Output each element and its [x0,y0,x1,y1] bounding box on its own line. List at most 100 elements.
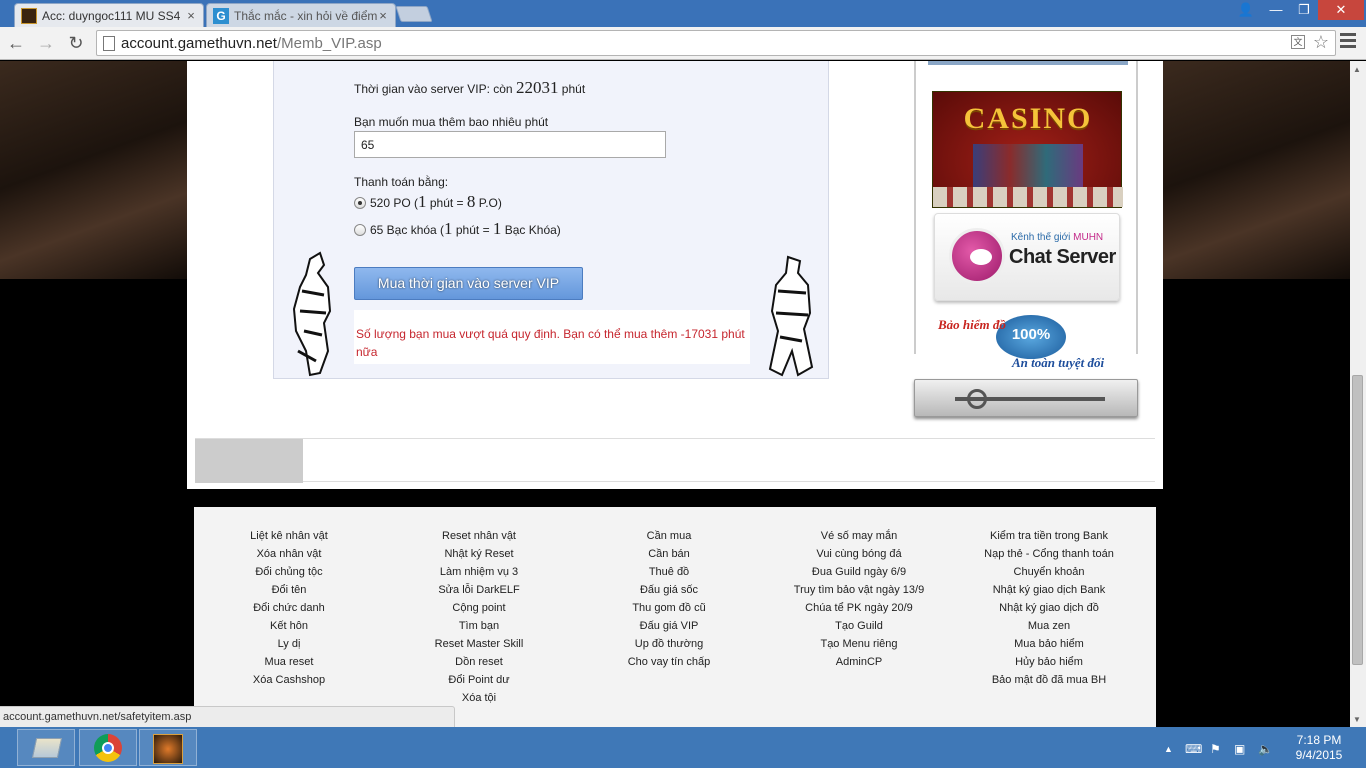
browser-toolbar: ← → ↻ account.gamethuvn.net/Memb_VIP.asp… [0,27,1366,60]
footer-link[interactable]: Làm nhiệm vụ 3 [384,563,574,581]
footer-link[interactable]: Xóa tội [384,689,574,707]
address-bar[interactable]: account.gamethuvn.net/Memb_VIP.asp 文 ☆ [96,30,1336,56]
action-center-flag-icon[interactable]: ⚑ [1210,742,1221,756]
casino-chips-image [933,187,1123,207]
new-tab-button[interactable] [395,6,433,22]
chat-banner-title: Chat Server [1009,246,1116,268]
system-clock[interactable]: 7:18 PM 9/4/2015 [1284,733,1354,763]
footer-link[interactable]: Xóa Cashshop [194,671,384,689]
tab-forum[interactable]: G Thắc mắc - xin hỏi về điểm × [206,3,396,27]
chat-server-banner[interactable]: Kênh thế giới MUHN Chat Server [934,213,1120,301]
chrome-taskbar-button[interactable] [79,729,137,766]
footer-link[interactable]: Kết hôn [194,617,384,635]
buy-vip-time-button[interactable]: Mua thời gian vào server VIP [354,267,583,300]
mu-game-taskbar-button[interactable] [139,729,197,766]
footer-link[interactable]: Nạp thẻ - Cổng thanh toán [954,545,1144,563]
footer-link[interactable]: Bảo mật đồ đã mua BH [954,671,1144,689]
sidebar-banners: CASINO Kênh thế giới MUHN Chat Server 10… [914,61,1138,375]
casino-title: CASINO [963,102,1093,135]
insurance-banner[interactable]: 100% Bảo hiểm đồ An toàn tuyệt đối [934,311,1120,375]
footer-link[interactable]: Nhật ký Reset [384,545,574,563]
scroll-down-arrow-icon[interactable]: ▼ [1353,715,1361,724]
footer-link[interactable]: Nhật ký giao dịch đồ [954,599,1144,617]
footer-link[interactable]: Xóa nhân vật [194,545,384,563]
footer-link[interactable]: Kiểm tra tiền trong Bank [954,527,1144,545]
footer-link[interactable]: Up đồ thường [574,635,764,653]
tab-title: Acc: duyngoc111 MU SS4 [42,8,181,23]
footer-link[interactable]: Reset nhân vật [384,527,574,545]
footer-link[interactable]: Đổi chức danh [194,599,384,617]
footer-link[interactable]: Đổi chủng tộc [194,563,384,581]
close-tab-icon[interactable]: × [377,8,389,23]
footer-link[interactable]: Thuê đồ [574,563,764,581]
error-message: Số lượng bạn mua vượt quá quy định. Bạn … [354,310,750,364]
show-hidden-icons-arrow[interactable]: ▲ [1164,744,1173,754]
page-icon [103,36,115,51]
footer-link[interactable]: Mua reset [194,653,384,671]
footer-link[interactable]: Sửa lỗi DarkELF [384,581,574,599]
footer-column: Liệt kê nhân vật Xóa nhân vật Đổi chủng tộ… [194,527,384,689]
footer-link[interactable]: Tạo Guild [764,617,954,635]
footer-link[interactable]: Cộng point [384,599,574,617]
bookmark-star-icon[interactable]: ☆ [1313,32,1329,53]
footer-link[interactable]: Đấu giá VIP [574,617,764,635]
radio-pay-po[interactable] [354,197,366,209]
vertical-scrollbar[interactable]: ▲ ▼ [1350,61,1366,727]
content-bottom-strip [195,438,1155,483]
clock-date: 9/4/2015 [1295,748,1343,762]
minimize-button[interactable]: — [1262,0,1290,20]
footer-link[interactable]: Dồn reset [384,653,574,671]
scrollbar-thumb[interactable] [1352,375,1363,665]
footer-link[interactable]: AdminCP [764,653,954,671]
network-icon[interactable]: ▣ [1234,742,1245,756]
main-content: Thời gian vào server VIP: còn 22031 phút… [187,61,1163,489]
footer-link[interactable]: Thu gom đồ cũ [574,599,764,617]
radio-pay-bac-khoa[interactable] [354,224,366,236]
footer-link[interactable]: Đổi tên [194,581,384,599]
footer-link[interactable]: Hủy bảo hiểm [954,653,1144,671]
close-window-button[interactable]: ✕ [1318,0,1364,20]
explorer-taskbar-button[interactable] [17,729,75,766]
footer-link[interactable]: Tạo Menu riêng [764,635,954,653]
footer-link[interactable]: Vé số may mắn [764,527,954,545]
vip-time-remaining: Thời gian vào server VIP: còn 22031 phút [354,78,586,97]
footer-link[interactable]: Cho vay tín chấp [574,653,764,671]
footer-link[interactable]: Mua zen [954,617,1144,635]
footer-link[interactable]: Cần bán [574,545,764,563]
footer-link[interactable]: Cần mua [574,527,764,545]
user-icon[interactable]: 👤 [1234,0,1258,20]
volume-icon[interactable]: 🔈 [1258,742,1273,756]
footer-link[interactable]: Đấu giá sốc [574,581,764,599]
sword-banner[interactable] [914,379,1138,417]
footer-link[interactable]: Vui cùng bóng đá [764,545,954,563]
footer-link[interactable]: Nhật ký giao dịch Bank [954,581,1144,599]
scroll-up-arrow-icon[interactable]: ▲ [1353,65,1361,74]
chrome-menu-icon[interactable] [1340,33,1356,51]
footer-link[interactable]: Ly dị [194,635,384,653]
footer-link[interactable]: Tìm bạn [384,617,574,635]
footer-column: Kiểm tra tiền trong Bank Nạp thẻ - Cổng t… [954,527,1144,689]
footer-column: Reset nhân vật Nhật ký Reset Làm nhiệm vụ … [384,527,574,707]
keyboard-icon[interactable]: ⌨ [1185,742,1202,756]
vip-purchase-panel: Thời gian vào server VIP: còn 22031 phút… [273,61,829,379]
back-arrow-icon[interactable]: ← [4,31,28,55]
tab-account[interactable]: Acc: duyngoc111 MU SS4 × [14,3,204,27]
footer-link[interactable]: Truy tìm bảo vật ngày 13/9 [764,581,954,599]
footer-link[interactable]: Liệt kê nhân vật [194,527,384,545]
footer-link[interactable]: Reset Master Skill [384,635,574,653]
footer-link[interactable]: Chuyển khoản [954,563,1144,581]
footer-link[interactable]: Mua bảo hiểm [954,635,1144,653]
footer-link[interactable]: Đua Guild ngày 6/9 [764,563,954,581]
forward-arrow-icon[interactable]: → [34,31,58,55]
insurance-slogan: An toàn tuyệt đối [1012,355,1105,370]
minutes-input[interactable] [354,131,666,158]
restore-button[interactable]: ❐ [1290,0,1318,20]
reload-icon[interactable]: ↻ [64,31,88,55]
translate-icon[interactable]: 文 [1291,35,1305,49]
footer-link[interactable]: Chúa tể PK ngày 20/9 [764,599,954,617]
casino-banner[interactable]: CASINO [932,91,1123,208]
folder-icon [31,738,63,758]
footer-link[interactable]: Đổi Point dư [384,671,574,689]
close-tab-icon[interactable]: × [185,8,197,23]
browser-tab-bar: Acc: duyngoc111 MU SS4 × G Thắc mắc - xi… [0,0,1366,27]
